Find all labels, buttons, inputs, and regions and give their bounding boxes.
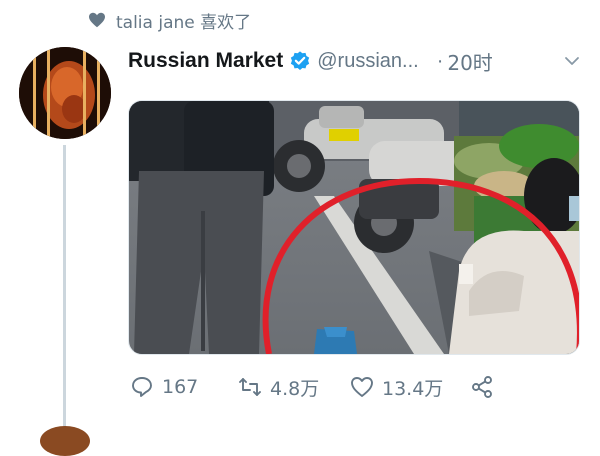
verified-badge-icon: [291, 51, 310, 70]
tweet-photo[interactable]: [128, 100, 580, 355]
display-name[interactable]: Russian Market: [128, 49, 283, 73]
tweet-header: Russian Market @russian... · 20时: [128, 46, 493, 76]
share-button[interactable]: [470, 375, 494, 399]
retweet-button[interactable]: 4.8万: [238, 374, 350, 401]
avatar-image: [19, 47, 111, 139]
timestamp[interactable]: 20时: [447, 47, 492, 76]
tweet-action-bar: 167 4.8万 13.4万: [130, 372, 494, 402]
reply-button[interactable]: 167: [130, 375, 238, 399]
retweet-icon: [239, 378, 261, 396]
handle[interactable]: @russian...: [317, 50, 418, 73]
liked-by-row: talia jane 喜欢了: [88, 8, 251, 33]
thread-line: [63, 145, 66, 430]
heart-outline-icon: [351, 377, 373, 397]
reply-count: 167: [162, 376, 199, 398]
like-button[interactable]: 13.4万: [350, 374, 470, 401]
separator-dot: ·: [436, 49, 444, 72]
chevron-down-icon[interactable]: [563, 52, 581, 70]
retweet-count: 4.8万: [270, 377, 320, 400]
share-icon: [472, 376, 492, 398]
avatar[interactable]: [19, 47, 111, 139]
next-tweet-avatar[interactable]: [40, 426, 90, 456]
liked-by-text[interactable]: talia jane 喜欢了: [116, 8, 251, 33]
like-count: 13.4万: [382, 377, 444, 400]
heart-icon: [89, 12, 105, 28]
reply-icon: [132, 377, 152, 397]
photo-image: [129, 101, 579, 354]
